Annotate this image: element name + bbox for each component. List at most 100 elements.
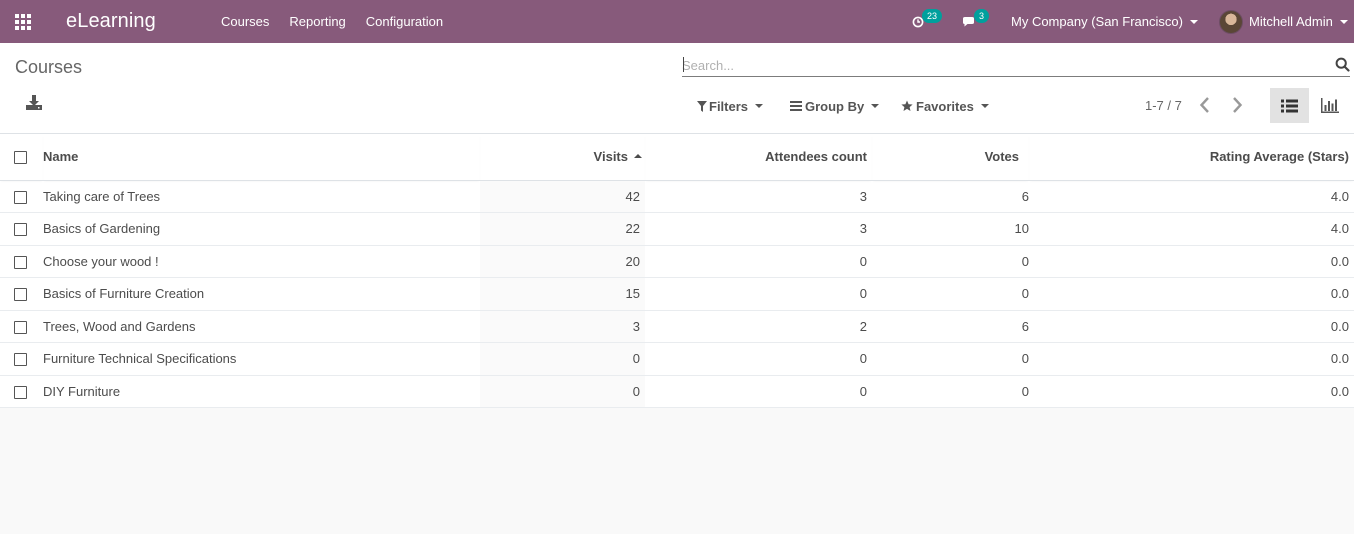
attendees-value: 2	[645, 310, 872, 343]
group-by-icon	[790, 101, 802, 111]
votes-value: 6	[872, 310, 1029, 343]
table-row[interactable]: Trees, Wood and Gardens 3 2 6 0.0	[0, 310, 1354, 343]
attendees-value: 0	[645, 375, 872, 408]
menu-courses[interactable]: Courses	[211, 14, 279, 29]
graph-view-button[interactable]	[1310, 88, 1349, 123]
company-name: My Company (San Francisco)	[1011, 14, 1183, 29]
filters-label: Filters	[709, 98, 749, 114]
pager-previous-button[interactable]	[1198, 96, 1212, 117]
visits-value: 0	[480, 342, 645, 376]
row-checkbox[interactable]	[0, 212, 43, 246]
course-name[interactable]: Basics of Gardening	[43, 212, 480, 246]
pager-value[interactable]: 1-7 / 7	[1145, 98, 1182, 113]
select-all-checkbox[interactable]	[0, 134, 43, 181]
search-bar	[682, 55, 1350, 77]
message-badge: 3	[974, 9, 990, 23]
course-name[interactable]: Trees, Wood and Gardens	[43, 310, 480, 343]
apps-icon[interactable]	[15, 0, 35, 43]
courses-table: Name Visits Attendees count Votes Rating…	[0, 134, 1354, 408]
menu-configuration[interactable]: Configuration	[356, 14, 453, 29]
attendees-value: 3	[645, 180, 872, 213]
table-row[interactable]: Furniture Technical Specifications 0 0 0 0.0	[0, 342, 1354, 376]
rating-value: 0.0	[1029, 342, 1354, 376]
rating-value: 0.0	[1029, 375, 1354, 408]
visits-value: 20	[480, 245, 645, 278]
attendees-value: 0	[645, 245, 872, 278]
attendees-value: 3	[645, 212, 872, 246]
course-name[interactable]: Furniture Technical Specifications	[43, 342, 480, 376]
search-input[interactable]	[682, 55, 1322, 75]
column-header-name[interactable]: Name	[43, 134, 480, 181]
votes-value: 0	[872, 245, 1029, 278]
user-name: Mitchell Admin	[1249, 14, 1333, 29]
chevron-down-icon	[1189, 19, 1198, 24]
table-row[interactable]: DIY Furniture 0 0 0 0.0	[0, 375, 1354, 408]
row-checkbox[interactable]	[0, 180, 43, 213]
text-cursor	[683, 57, 684, 72]
avatar	[1219, 9, 1243, 34]
column-header-visits[interactable]: Visits	[480, 134, 645, 181]
table-row[interactable]: Basics of Furniture Creation 15 0 0 0.0	[0, 277, 1354, 311]
column-header-votes[interactable]: Votes	[872, 134, 1029, 181]
rating-value: 0.0	[1029, 277, 1354, 311]
column-header-attendees[interactable]: Attendees count	[645, 134, 872, 181]
download-icon	[26, 95, 42, 110]
table-row[interactable]: Basics of Gardening 22 3 10 4.0	[0, 212, 1354, 246]
filters-button[interactable]: Filters	[697, 97, 764, 115]
row-checkbox[interactable]	[0, 375, 43, 408]
chevron-down-icon	[871, 104, 880, 108]
list-view-button[interactable]	[1270, 88, 1309, 123]
pager-next-button[interactable]	[1230, 96, 1244, 117]
activity-menu[interactable]: 23	[908, 0, 948, 43]
votes-value: 10	[872, 212, 1029, 246]
votes-value: 0	[872, 375, 1029, 408]
graph-view-icon	[1320, 98, 1339, 113]
chevron-left-icon	[1199, 97, 1209, 113]
votes-value: 6	[872, 180, 1029, 213]
course-name[interactable]: DIY Furniture	[43, 375, 480, 408]
chevron-right-icon	[1233, 97, 1243, 113]
row-checkbox[interactable]	[0, 277, 43, 311]
chevron-down-icon	[980, 104, 989, 108]
visits-value: 15	[480, 277, 645, 311]
row-checkbox[interactable]	[0, 310, 43, 343]
chevron-down-icon	[1339, 19, 1348, 24]
attendees-value: 0	[645, 342, 872, 376]
row-checkbox[interactable]	[0, 342, 43, 376]
course-name[interactable]: Choose your wood !	[43, 245, 480, 278]
visits-value: 0	[480, 375, 645, 408]
column-header-rating[interactable]: Rating Average (Stars)	[1029, 134, 1354, 181]
group-by-label: Group By	[805, 98, 865, 114]
menu-reporting[interactable]: Reporting	[279, 14, 355, 29]
favorites-button[interactable]: Favorites	[901, 97, 989, 115]
visits-value: 42	[480, 180, 645, 213]
favorites-label: Favorites	[916, 98, 974, 114]
rating-value: 4.0	[1029, 180, 1354, 213]
search-icon[interactable]	[1335, 57, 1350, 72]
user-menu[interactable]: Mitchell Admin	[1219, 0, 1348, 43]
table-row[interactable]: Choose your wood ! 20 0 0 0.0	[0, 245, 1354, 278]
main-menu: Courses Reporting Configuration	[211, 0, 453, 43]
course-name[interactable]: Taking care of Trees	[43, 180, 480, 213]
filter-icon	[697, 100, 707, 112]
company-switcher[interactable]: My Company (San Francisco)	[1011, 0, 1198, 43]
column-header-visits-label: Visits	[593, 149, 628, 165]
rating-value: 0.0	[1029, 310, 1354, 343]
course-name[interactable]: Basics of Furniture Creation	[43, 277, 480, 311]
page-title: Courses	[15, 57, 83, 77]
download-button[interactable]	[25, 93, 43, 111]
top-navbar: eLearning Courses Reporting Configuratio…	[0, 0, 1354, 43]
group-by-button[interactable]: Group By	[790, 97, 880, 115]
star-icon	[901, 100, 913, 111]
table-header-row: Name Visits Attendees count Votes Rating…	[0, 134, 1354, 181]
votes-value: 0	[872, 277, 1029, 311]
messaging-menu[interactable]: 3	[958, 0, 998, 43]
chevron-down-icon	[755, 104, 764, 108]
votes-value: 0	[872, 342, 1029, 376]
table-row[interactable]: Taking care of Trees 42 3 6 4.0	[0, 180, 1354, 213]
sort-ascending-icon	[634, 153, 642, 158]
row-checkbox[interactable]	[0, 245, 43, 278]
app-brand[interactable]: eLearning	[66, 0, 156, 43]
activity-badge: 23	[922, 9, 943, 23]
rating-value: 4.0	[1029, 212, 1354, 246]
